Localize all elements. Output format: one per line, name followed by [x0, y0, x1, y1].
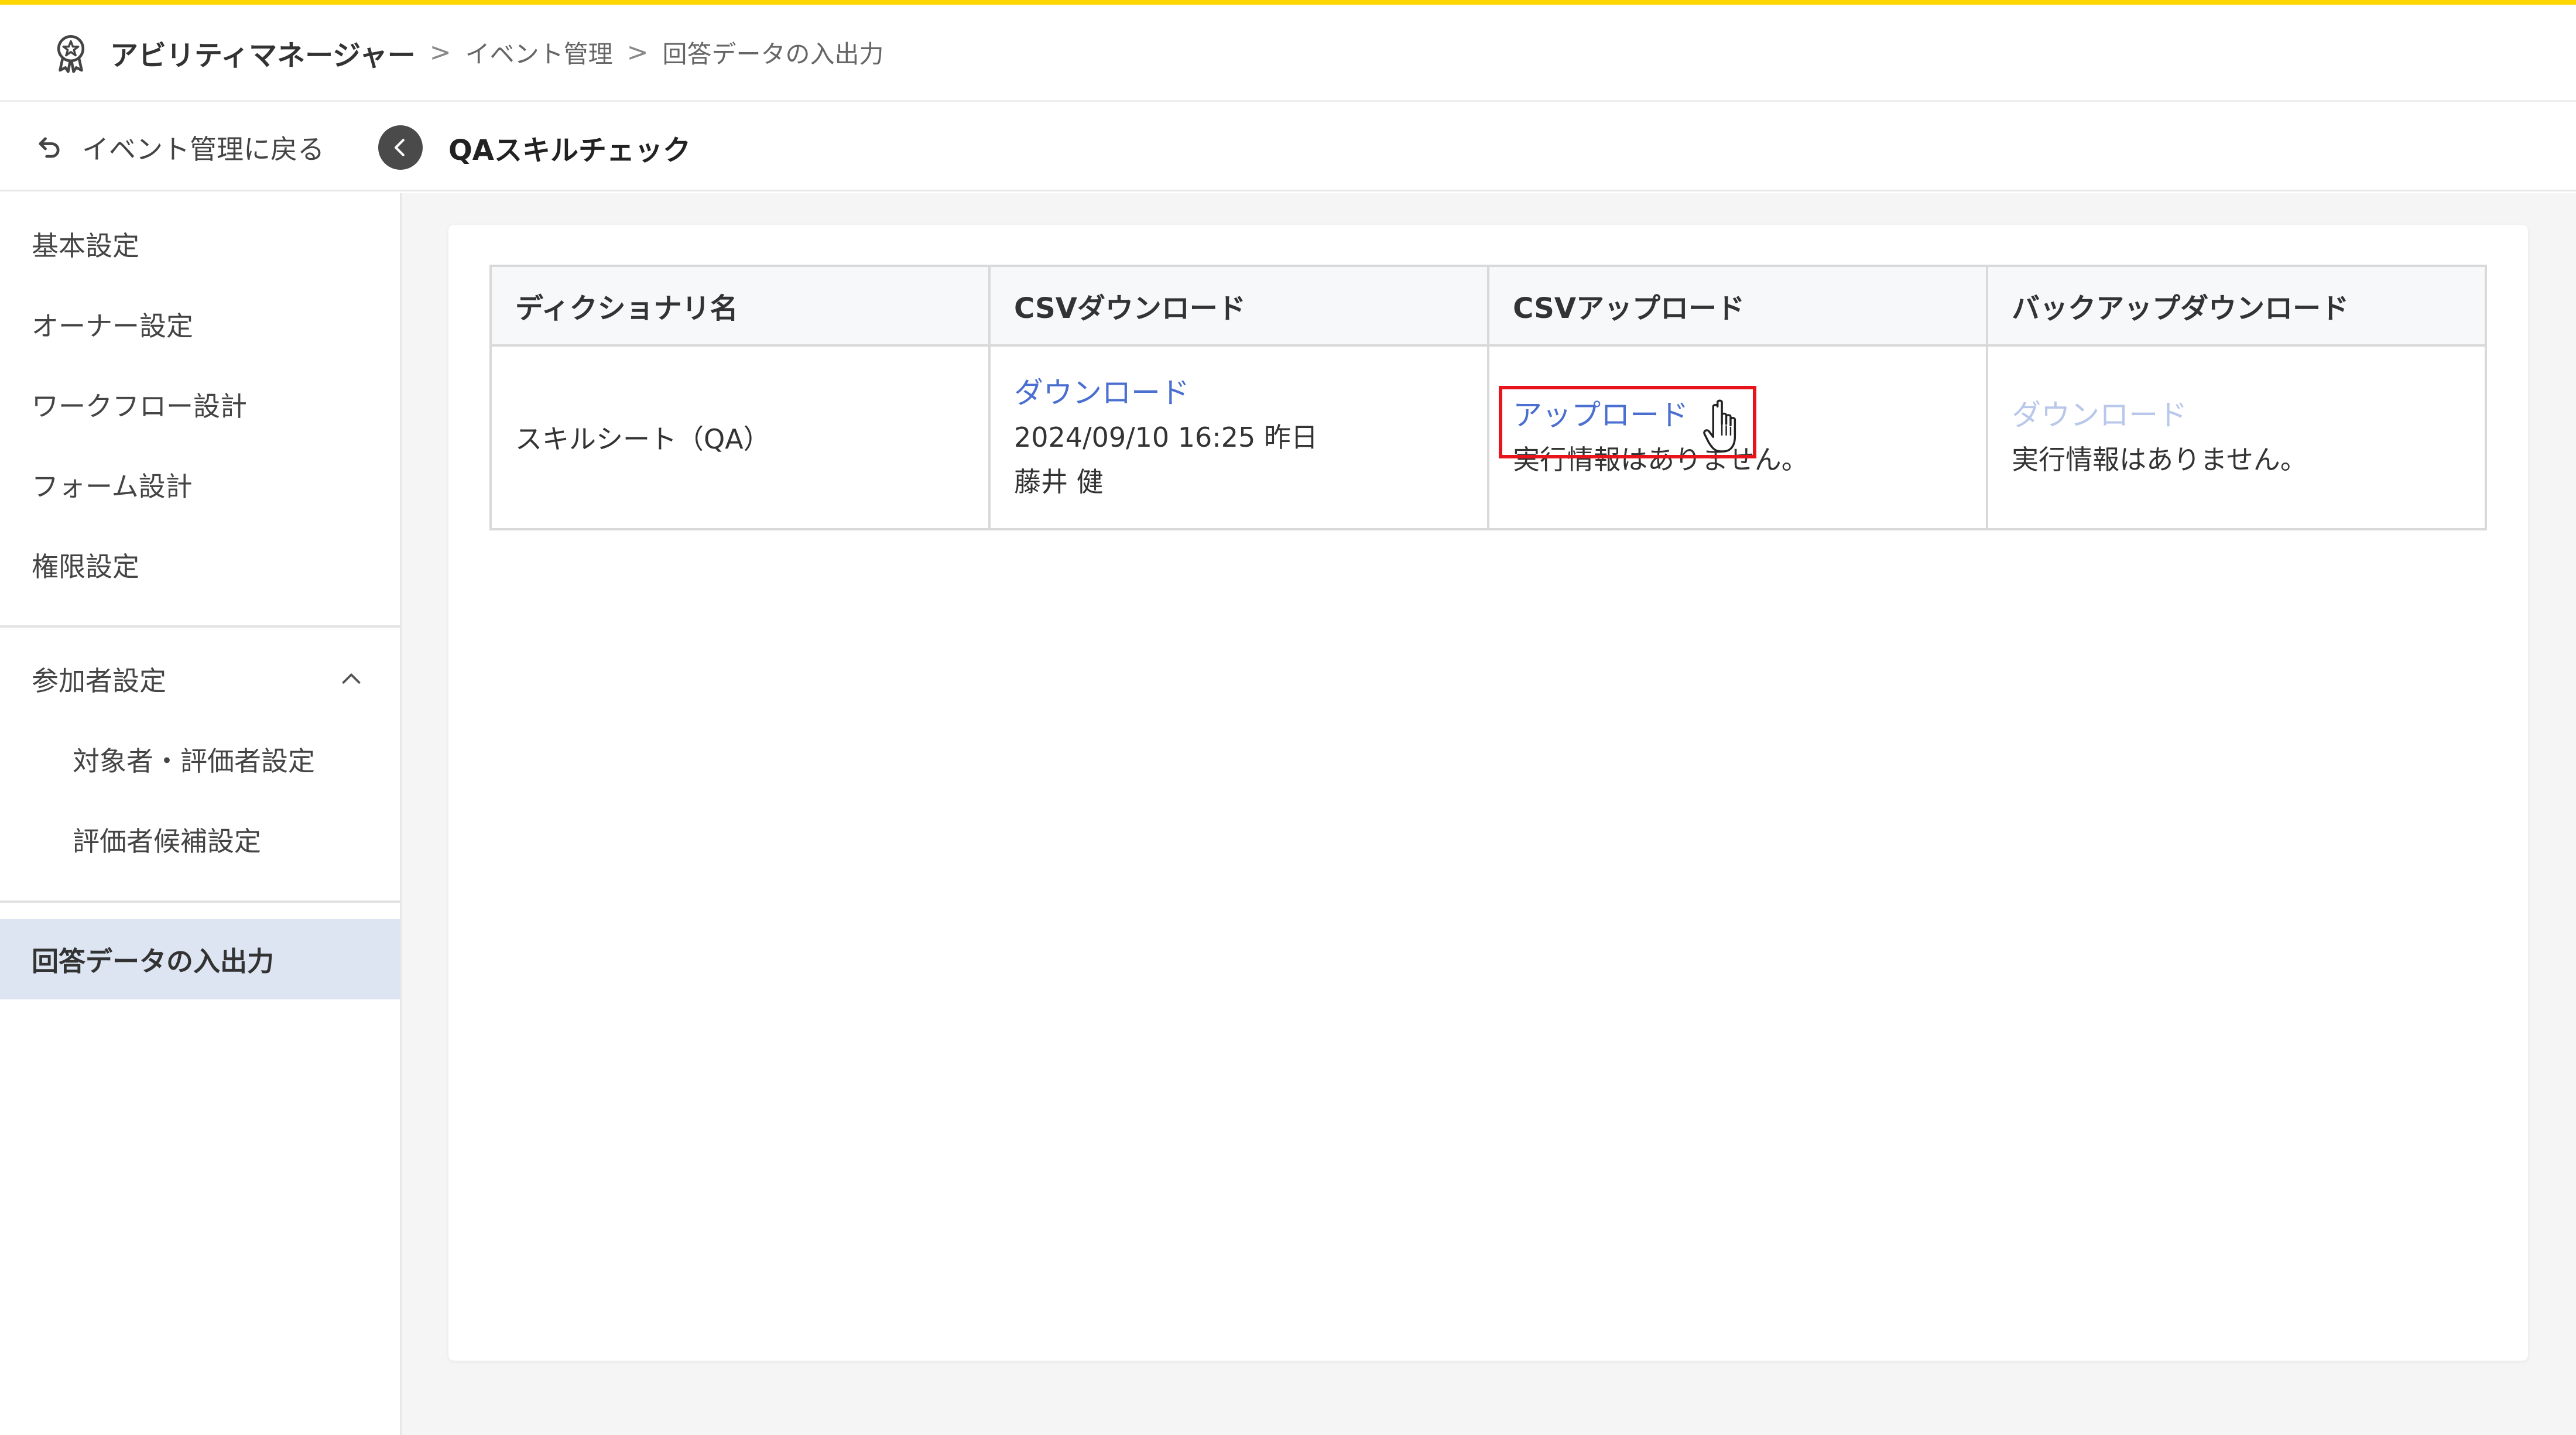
csv-download-link[interactable]: ダウンロード	[1014, 371, 1190, 415]
backup-download-status: 実行情報はありません。	[2012, 444, 2307, 475]
breadcrumb-current-page: 回答データの入出力	[662, 40, 884, 69]
table-header-row: ディクショナリ名 CSVダウンロード CSVアップロード バックアップダウンロー…	[489, 265, 2487, 347]
dictionary-table: ディクショナリ名 CSVダウンロード CSVアップロード バックアップダウンロー…	[489, 265, 2487, 530]
breadcrumb-app-name[interactable]: アビリティマネージャー	[110, 32, 416, 73]
sidebar-item-form-design[interactable]: フォーム設計	[0, 444, 400, 525]
csv-upload-link-wrapper: アップロード	[1499, 386, 1757, 458]
sidebar-item-workflow-design[interactable]: ワークフロー設計	[0, 364, 400, 444]
main-content: ディクショナリ名 CSVダウンロード CSVアップロード バックアップダウンロー…	[402, 193, 2576, 1435]
breadcrumb-separator-icon: >	[626, 37, 649, 67]
column-header-csv-upload: CSVアップロード	[1487, 265, 1989, 347]
event-title: QAスキルチェック	[448, 134, 691, 167]
csv-download-timestamp: 2024/09/10 16:25 昨日	[1014, 422, 1318, 453]
table-row: スキルシート（QA） ダウンロード 2024/09/10 16:25 昨日 藤井…	[489, 344, 2487, 530]
event-subheader: イベント管理に戻る QAスキルチェック	[0, 104, 2576, 191]
column-header-dictionary-name: ディクショナリ名	[489, 265, 991, 347]
breadcrumb-separator-icon: >	[429, 37, 451, 67]
sidebar-collapse-button[interactable]	[378, 125, 423, 170]
content-card: ディクショナリ名 CSVダウンロード CSVアップロード バックアップダウンロー…	[448, 225, 2528, 1361]
sidebar-item-evaluator-candidate-settings[interactable]: 評価者候補設定	[0, 799, 400, 879]
back-link-label: イベント管理に戻る	[82, 133, 324, 165]
app-header: アビリティマネージャー > イベント管理 > 回答データの入出力	[0, 5, 2576, 102]
back-to-event-management-link[interactable]: イベント管理に戻る	[34, 104, 324, 191]
column-header-backup-download: バックアップダウンロード	[1986, 265, 2487, 347]
sidebar-item-permission-settings[interactable]: 権限設定	[0, 525, 400, 605]
sidebar-group-label: 参加者設定	[32, 665, 166, 697]
backup-download-cell: ダウンロード 実行情報はありません。	[1986, 344, 2487, 530]
csv-upload-cell: アップロード 実行情報はありません。	[1487, 344, 1989, 530]
hand-pointer-cursor-icon	[1703, 399, 1736, 453]
csv-download-cell: ダウンロード 2024/09/10 16:25 昨日 藤井 健	[988, 344, 1490, 530]
sidebar-divider	[0, 625, 400, 628]
award-badge-icon[interactable]	[49, 31, 93, 74]
sidebar: 基本設定 オーナー設定 ワークフロー設計 フォーム設計 権限設定 参加者設定 対…	[0, 193, 402, 1435]
backup-download-link: ダウンロード	[2012, 398, 2188, 432]
csv-download-user: 藤井 健	[1014, 466, 1104, 498]
sidebar-item-target-evaluator-settings[interactable]: 対象者・評価者設定	[0, 719, 400, 799]
chevron-left-icon	[395, 139, 405, 156]
sidebar-divider	[0, 900, 400, 903]
top-accent-bar	[0, 0, 2576, 5]
undo-arrow-icon	[39, 137, 60, 158]
sidebar-group-participant-settings[interactable]: 参加者設定	[0, 639, 400, 719]
column-header-csv-download: CSVダウンロード	[988, 265, 1490, 347]
sidebar-item-owner-settings[interactable]: オーナー設定	[0, 284, 400, 364]
breadcrumb-event-management[interactable]: イベント管理	[465, 35, 613, 70]
dictionary-name-cell: スキルシート（QA）	[489, 344, 991, 530]
sidebar-item-response-data-io[interactable]: 回答データの入出力	[0, 919, 400, 999]
chevron-up-icon[interactable]	[338, 666, 365, 693]
sidebar-item-basic-settings[interactable]: 基本設定	[0, 204, 400, 284]
